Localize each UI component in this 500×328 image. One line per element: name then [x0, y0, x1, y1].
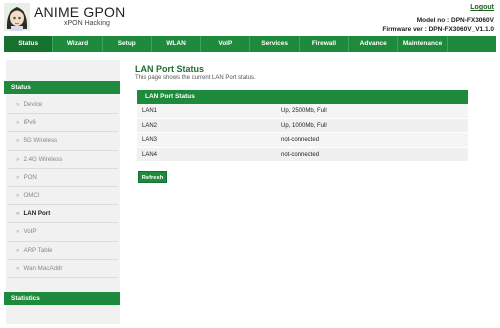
- arrow-icon: »: [16, 173, 20, 181]
- page-description: This page shows the current LAN Port sta…: [135, 75, 256, 81]
- sidebar-item-pon[interactable]: » PON: [8, 169, 118, 187]
- sidebar-item-label: 2.4G Wireless: [23, 155, 63, 163]
- sidebar-item-5g-wireless[interactable]: » 5G Wireless: [8, 132, 118, 151]
- arrow-icon: »: [16, 119, 20, 127]
- sidebar-item-wan-macaddr[interactable]: » Wan MacAddr: [8, 260, 118, 278]
- arrow-icon: »: [16, 246, 20, 254]
- port-status: not-connected: [281, 151, 320, 158]
- logout-link[interactable]: Logout: [470, 4, 494, 11]
- sidebar-list: » Device » IPv6 » 5G Wireless » 2.4G Wireles…: [8, 96, 118, 278]
- sidebar-item-24g-wireless[interactable]: » 2.4G Wireless: [8, 151, 118, 169]
- model-number: Model no : DPN-FX3060V: [416, 17, 494, 24]
- sidebar-item-label: 5G Wireless: [23, 137, 58, 145]
- arrow-icon: »: [16, 264, 20, 272]
- arrow-icon: »: [16, 191, 20, 199]
- nav-wizard[interactable]: Wizard: [53, 36, 103, 52]
- nav-empty: [448, 36, 496, 52]
- sidebar-section-status[interactable]: Status: [4, 81, 120, 94]
- panel-title: LAN Port Status: [137, 90, 468, 104]
- sidebar-item-lan-port[interactable]: » LAN Port: [8, 205, 118, 224]
- table-row: LAN4 not-connected: [137, 147, 468, 162]
- sidebar-item-label: IPv6: [23, 119, 36, 127]
- nav-status[interactable]: Status: [4, 36, 54, 52]
- arrow-icon: »: [16, 101, 20, 108]
- sidebar-item-label: ARP Table: [23, 246, 53, 254]
- arrow-icon: »: [16, 155, 20, 163]
- sidebar-item-label: LAN Port: [23, 210, 51, 218]
- nav-wlan[interactable]: WLAN: [152, 36, 202, 52]
- main-nav: Status Wizard Setup WLAN VoIP Services F…: [4, 36, 496, 52]
- port-name: LAN1: [142, 108, 158, 114]
- port-status: not-connected: [281, 137, 320, 143]
- refresh-button[interactable]: Refresh: [138, 171, 167, 183]
- port-name: LAN4: [142, 151, 158, 158]
- lan-port-panel: LAN Port Status LAN1 Up, 2500Mb, Full LA…: [137, 90, 468, 162]
- table-row: LAN3 not-connected: [137, 133, 468, 148]
- table-row: LAN2 Up, 1000Mb, Full: [137, 118, 468, 133]
- sidebar-section-statistics[interactable]: Statistics: [4, 292, 120, 305]
- sidebar-item-label: PON: [23, 173, 37, 181]
- brand-title: ANIME GPON: [34, 4, 126, 20]
- sidebar-item-device[interactable]: » Device: [8, 96, 118, 115]
- port-status: Up, 2500Mb, Full: [281, 108, 327, 114]
- sidebar-item-omci[interactable]: » OMCI: [8, 187, 118, 206]
- sidebar-item-label: Wan MacAddr: [23, 264, 63, 272]
- brand-subtitle: xPON Hacking: [64, 20, 110, 27]
- nav-maintenance[interactable]: Maintenance: [398, 36, 448, 52]
- nav-setup[interactable]: Setup: [103, 36, 152, 52]
- sidebar-item-arp-table[interactable]: » ARP Table: [8, 242, 118, 260]
- lan-port-table: LAN1 Up, 2500Mb, Full LAN2 Up, 1000Mb, F…: [137, 104, 468, 162]
- port-name: LAN2: [142, 122, 158, 129]
- nav-voip[interactable]: VoIP: [201, 36, 251, 52]
- nav-services[interactable]: Services: [250, 36, 300, 52]
- header: ANIME GPON xPON Hacking Logout Model no …: [0, 0, 500, 34]
- table-row: LAN1 Up, 2500Mb, Full: [137, 104, 468, 119]
- arrow-icon: »: [16, 210, 20, 218]
- sidebar-item-label: Device: [23, 101, 43, 108]
- anime-avatar-icon: [4, 3, 30, 31]
- port-name: LAN3: [142, 137, 158, 143]
- nav-advance[interactable]: Advance: [349, 36, 399, 52]
- sidebar-item-label: OMCI: [23, 191, 40, 199]
- arrow-icon: »: [16, 228, 20, 236]
- port-status: Up, 1000Mb, Full: [281, 122, 327, 129]
- sidebar-item-label: VoIP: [23, 228, 37, 236]
- arrow-icon: »: [16, 137, 20, 145]
- sidebar-item-ipv6[interactable]: » IPv6: [8, 114, 118, 133]
- page-title: LAN Port Status: [135, 64, 205, 74]
- sidebar-item-voip[interactable]: » VoIP: [8, 223, 118, 242]
- nav-firewall[interactable]: Firewall: [300, 36, 350, 52]
- firmware-version: Firmware ver : DPN-FX3060V_V1.1.0: [382, 26, 494, 33]
